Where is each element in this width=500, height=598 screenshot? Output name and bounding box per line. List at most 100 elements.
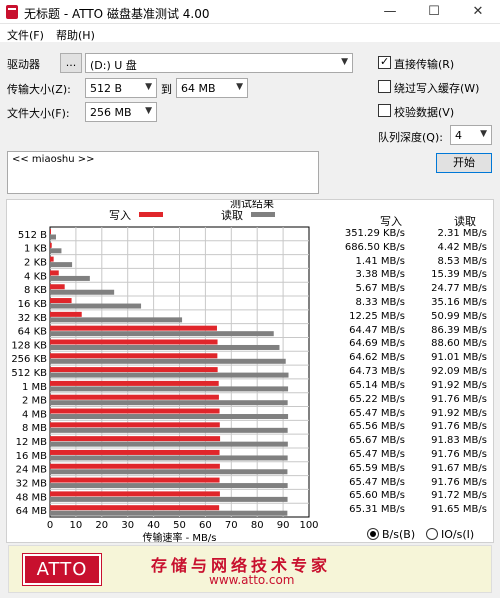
y-tick-label: 128 KB	[11, 340, 47, 351]
bps-radio[interactable]	[367, 528, 379, 540]
read-value: 88.60 MB/s	[431, 338, 487, 350]
y-tick-label: 16 MB	[16, 451, 48, 462]
read-bar	[50, 372, 289, 378]
read-value: 35.16 MB/s	[431, 297, 487, 309]
direct-io-label: 直接传输(R)	[394, 58, 455, 71]
drive-select[interactable]: (D:) U 盘 ▼	[85, 53, 353, 73]
read-value: 91.76 MB/s	[431, 448, 487, 460]
x-tick-label: 60	[199, 520, 212, 531]
direct-io-checkbox[interactable]	[378, 55, 391, 69]
write-bar	[50, 298, 72, 304]
minimize-button[interactable]: —	[368, 0, 412, 24]
ios-radio[interactable]	[426, 528, 438, 540]
read-bar	[50, 303, 142, 309]
read-value: 91.83 MB/s	[431, 435, 487, 447]
read-value: 91.72 MB/s	[431, 490, 487, 502]
bypass-cache-label: 绕过写入缓存(W)	[394, 82, 480, 95]
menu-help[interactable]: 帮助(H)	[56, 27, 95, 43]
chevron-down-icon: ▼	[236, 82, 243, 92]
write-value: 64.62 MB/s	[349, 352, 405, 364]
write-bar	[50, 408, 220, 414]
start-button[interactable]: 开始	[436, 153, 492, 173]
write-bar	[50, 491, 220, 497]
write-bar	[50, 284, 65, 290]
transfer-from-value: 512 B	[90, 82, 123, 95]
read-value: 2.31 MB/s	[437, 228, 487, 239]
y-tick-label: 512 KB	[11, 368, 47, 379]
y-tick-label: 4 KB	[24, 271, 47, 282]
write-bar	[50, 242, 52, 248]
read-bar	[50, 441, 288, 447]
read-value: 24.77 MB/s	[431, 283, 487, 295]
read-bar	[50, 275, 90, 281]
read-bar	[50, 289, 115, 295]
write-value: 65.14 MB/s	[349, 379, 405, 391]
menu-file[interactable]: 文件(F)	[7, 27, 44, 43]
read-bar	[50, 386, 289, 392]
menu-bar: 文件(F) 帮助(H)	[0, 24, 500, 42]
read-bar	[50, 455, 288, 461]
write-bar	[50, 422, 220, 428]
read-bar	[50, 510, 288, 516]
read-value: 86.39 MB/s	[431, 324, 487, 336]
close-button[interactable]: ✕	[456, 0, 500, 24]
write-bar	[50, 325, 217, 331]
read-value: 15.39 MB/s	[431, 269, 487, 281]
x-tick-label: 30	[121, 520, 134, 531]
read-bar	[50, 317, 183, 323]
write-value: 351.29 KB/s	[344, 228, 405, 239]
verify-data-label: 校验数据(V)	[394, 106, 455, 119]
write-bar	[50, 367, 218, 373]
file-size-value: 256 MB	[90, 106, 132, 119]
file-size-select[interactable]: 256 MB ▼	[85, 102, 157, 122]
browse-button[interactable]: ...	[60, 53, 82, 73]
legend-read-label: 读取	[221, 208, 243, 222]
queue-depth-label: 队列深度(Q):	[378, 131, 443, 144]
y-tick-label: 1 KB	[24, 244, 47, 255]
write-value: 65.59 MB/s	[349, 462, 405, 474]
read-value: 50.99 MB/s	[431, 310, 487, 322]
read-value: 91.01 MB/s	[431, 352, 487, 364]
bypass-cache-checkbox[interactable]	[378, 80, 391, 93]
y-tick-label: 8 KB	[24, 285, 47, 296]
read-value: 91.76 MB/s	[431, 421, 487, 433]
y-tick-label: 24 MB	[16, 465, 48, 476]
window-title: 无标题 - ATTO 磁盘基准测试 4.00	[24, 7, 210, 21]
read-value: 92.09 MB/s	[431, 366, 487, 378]
write-bar	[50, 449, 220, 455]
write-value: 65.56 MB/s	[349, 421, 405, 433]
y-tick-label: 2 KB	[24, 258, 47, 269]
write-bar	[50, 353, 218, 359]
transfer-to-select[interactable]: 64 MB ▼	[176, 78, 248, 98]
x-tick-label: 100	[299, 520, 318, 531]
transfer-size-label: 传输大小(Z):	[7, 83, 71, 96]
transfer-to-value: 64 MB	[181, 82, 216, 95]
read-bar	[50, 248, 62, 254]
read-bar	[50, 483, 288, 489]
write-bar	[50, 463, 220, 469]
transfer-from-select[interactable]: 512 B ▼	[85, 78, 157, 98]
read-value: 8.53 MB/s	[437, 255, 487, 267]
write-value: 1.41 MB/s	[355, 255, 405, 267]
y-tick-label: 64 MB	[16, 506, 48, 517]
write-column-header: 写入	[380, 215, 402, 228]
read-bar	[50, 400, 288, 406]
read-bar	[50, 469, 288, 475]
write-value: 64.73 MB/s	[349, 366, 405, 378]
banner-url[interactable]: www.atto.com	[209, 573, 295, 587]
write-value: 65.67 MB/s	[349, 435, 405, 447]
read-value: 91.76 MB/s	[431, 476, 487, 488]
write-value: 65.60 MB/s	[349, 490, 405, 502]
write-value: 8.33 MB/s	[355, 297, 405, 309]
maximize-button[interactable]: ☐	[412, 0, 456, 24]
x-tick-label: 40	[147, 520, 160, 531]
queue-depth-select[interactable]: 4 ▼	[450, 125, 492, 145]
verify-data-checkbox[interactable]	[378, 104, 391, 117]
write-value: 65.31 MB/s	[349, 504, 405, 516]
chevron-down-icon: ▼	[341, 57, 348, 67]
write-bar	[50, 477, 220, 483]
read-value: 91.92 MB/s	[431, 379, 487, 391]
description-textarea[interactable]: << miaoshu >>	[7, 151, 319, 194]
x-tick-label: 10	[70, 520, 83, 531]
write-bar	[50, 505, 220, 511]
